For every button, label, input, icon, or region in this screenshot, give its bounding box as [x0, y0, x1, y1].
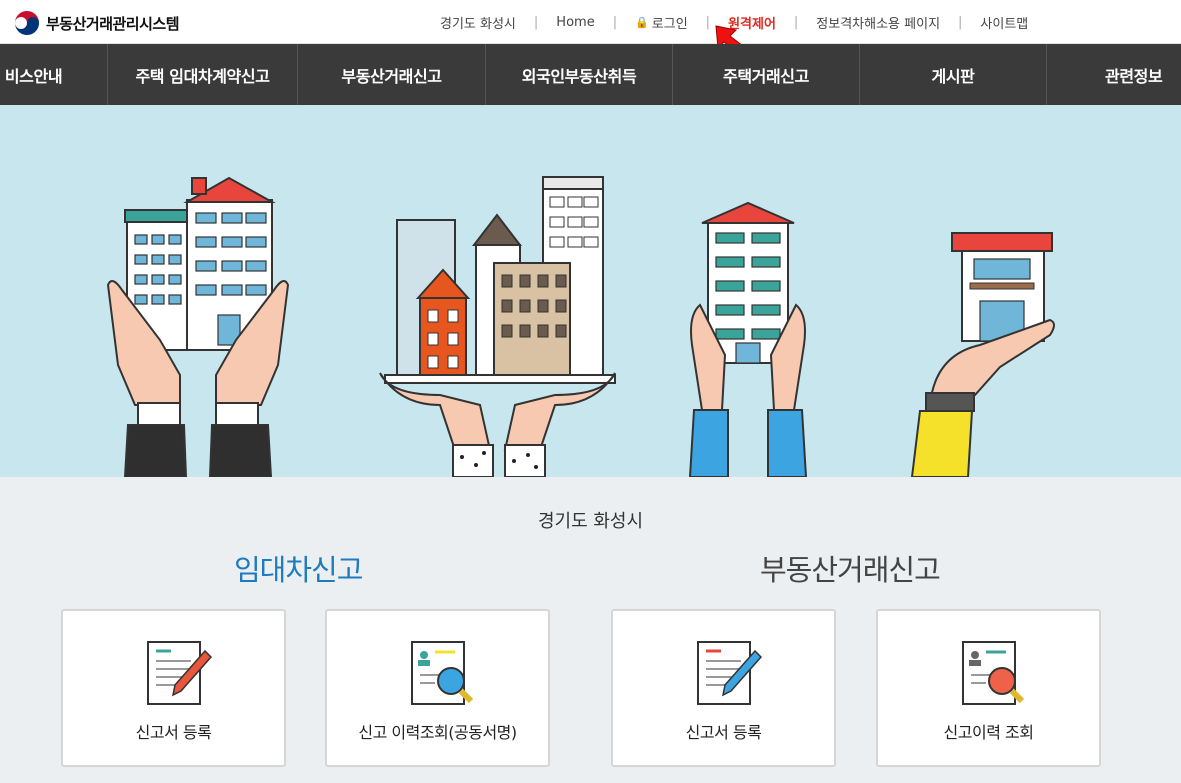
- nav-item-lease-report[interactable]: 주택 임대차계약신고: [108, 44, 298, 105]
- lease-register-card[interactable]: 신고서 등록: [61, 609, 286, 767]
- trade-report-title: 부동산거래신고: [760, 553, 941, 587]
- trade-register-label: 신고서 등록: [685, 723, 762, 742]
- hero-banner: [0, 105, 1181, 477]
- illustration-group-1: [106, 176, 290, 477]
- lease-history-label: 신고 이력조회(공동서명): [358, 723, 517, 742]
- document-pencil-icon: [697, 641, 763, 705]
- document-pencil-icon: [147, 641, 213, 705]
- top-utility-bar: 부동산거래관리시스템 경기도 화성시 | Home | 🔒 로그인 | 원격제어…: [0, 0, 1181, 44]
- document-search-icon: [962, 641, 1025, 705]
- util-home-link[interactable]: Home: [556, 15, 594, 30]
- util-divider: |: [533, 14, 539, 30]
- main-nav-bar: 비스안내 주택 임대차계약신고 부동산거래신고 외국인부동산취득 주택거래신고 …: [0, 44, 1181, 105]
- illustration-group-2: [379, 176, 616, 477]
- nav-item-real-estate-trade[interactable]: 부동산거래신고: [298, 44, 486, 105]
- lease-history-card[interactable]: 신고 이력조회(공동서명): [325, 609, 550, 767]
- trade-register-card[interactable]: 신고서 등록: [611, 609, 836, 767]
- util-divider: |: [958, 14, 963, 30]
- service-section: 경기도 화성시 임대차신고 부동산거래신고 신고서 등록 신고 이력조회(공동서…: [0, 477, 1181, 783]
- government-emblem-icon: [14, 10, 40, 36]
- region-title: 경기도 화성시: [537, 511, 644, 532]
- util-login-link[interactable]: 🔒 로그인: [635, 13, 688, 32]
- util-accessibility-link[interactable]: 정보격차해소용 페이지: [816, 13, 940, 32]
- document-search-icon: [411, 641, 474, 705]
- nav-item-housing-trade[interactable]: 주택거래신고: [673, 44, 860, 105]
- illustration-group-4: [910, 232, 1055, 477]
- util-region-link[interactable]: 경기도 화성시: [440, 13, 516, 32]
- util-divider: |: [612, 14, 618, 30]
- nav-item-related-info[interactable]: 관련정보: [1047, 44, 1181, 105]
- util-divider: |: [793, 14, 799, 30]
- lease-register-label: 신고서 등록: [135, 723, 212, 742]
- site-title: 부동산거래관리시스템: [46, 14, 180, 33]
- lease-report-title: 임대차신고: [234, 553, 363, 587]
- site-logo[interactable]: 부동산거래관리시스템: [14, 9, 180, 37]
- nav-item-service-info[interactable]: 비스안내: [0, 44, 108, 105]
- nav-item-board[interactable]: 게시판: [860, 44, 1047, 105]
- nav-item-foreigner-acquisition[interactable]: 외국인부동산취득: [486, 44, 673, 105]
- trade-history-label: 신고이력 조회: [943, 723, 1034, 742]
- hands-holding-buildings-illustration: [106, 176, 1055, 477]
- util-sitemap-link[interactable]: 사이트맵: [980, 13, 1028, 32]
- trade-history-card[interactable]: 신고이력 조회: [876, 609, 1101, 767]
- lock-icon: 🔒: [635, 15, 649, 29]
- util-login-label: 로그인: [651, 16, 688, 32]
- util-divider: |: [705, 14, 711, 30]
- illustration-group-3: [688, 201, 808, 477]
